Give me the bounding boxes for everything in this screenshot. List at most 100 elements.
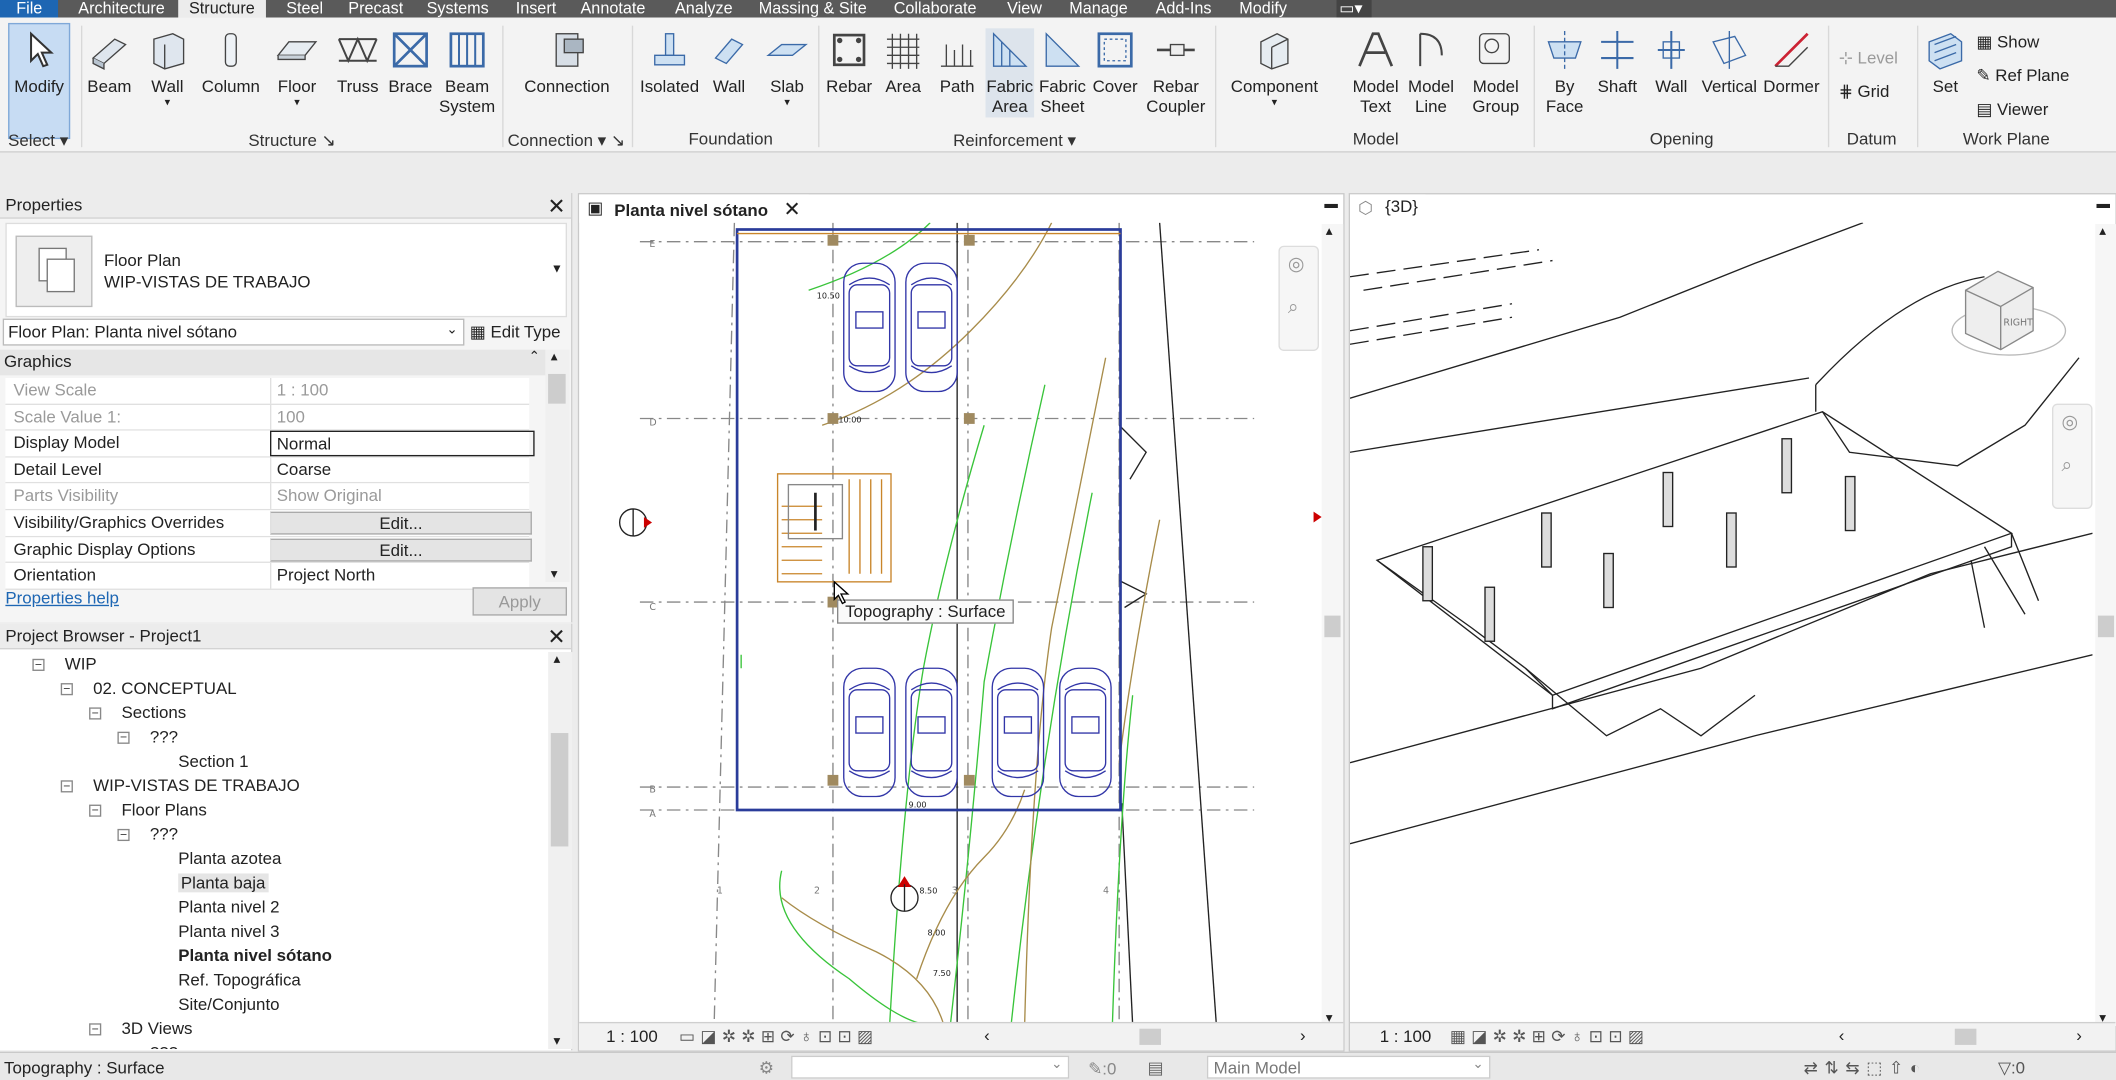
worksets-icon[interactable]: ⚙ [759, 1057, 774, 1077]
selection-filter[interactable]: ▽:0 [1998, 1057, 2025, 1077]
cover-button[interactable]: Cover [1091, 28, 1140, 97]
grid-button[interactable]: ⋕ Grid [1839, 81, 1890, 101]
3d-view-tab[interactable]: ⬡ {3D} [1350, 194, 1427, 223]
truss-button[interactable]: Truss [335, 28, 381, 97]
component-button[interactable]: Component ▾ [1226, 28, 1323, 108]
tree-item[interactable]: WIP [65, 655, 97, 674]
level-button[interactable]: ⊹ Level [1839, 47, 1898, 68]
tab-annotate[interactable]: Annotate [578, 0, 648, 18]
3d-navigation-bar[interactable]: ◎ ⌕ [2052, 403, 2093, 509]
wall-foundation-button[interactable]: Wall [705, 28, 754, 97]
area-reinforcement-button[interactable]: Area [880, 28, 926, 97]
tree-item[interactable]: 3D Views [122, 1019, 193, 1038]
tab-steel[interactable]: Steel [284, 0, 326, 18]
slab-foundation-button[interactable]: Slab ▾ [764, 28, 810, 108]
tree-item[interactable]: Planta nivel 3 [178, 922, 279, 941]
tree-expander-icon[interactable]: − [32, 658, 45, 671]
steering-wheel-icon[interactable]: ◎ [1288, 252, 1304, 275]
wall-button[interactable]: Wall ▾ [143, 28, 192, 108]
steering-wheel-icon[interactable]: ◎ [2061, 410, 2077, 433]
section-marker[interactable] [618, 508, 653, 537]
tab-insert[interactable]: Insert [513, 0, 559, 18]
scroll-right-icon[interactable]: › [1300, 1026, 1306, 1045]
plan-navigation-bar[interactable]: ◎ ⌕ [1278, 245, 1319, 351]
property-value[interactable]: Project North [270, 563, 535, 589]
by-face-button[interactable]: By Face [1539, 28, 1590, 117]
rebar-button[interactable]: Rebar [824, 28, 875, 97]
scroll-down-icon[interactable]: ▾ [554, 1034, 561, 1049]
dormer-button[interactable]: Dormer [1760, 28, 1822, 97]
tree-item[interactable]: Section 1 [178, 752, 248, 771]
path-reinforcement-button[interactable]: Path [934, 28, 980, 97]
properties-help-link[interactable]: Properties help [5, 589, 119, 608]
graphics-group-header[interactable]: Graphics ⌃ [0, 349, 546, 376]
tab-modify[interactable]: Modify [1237, 0, 1290, 18]
scroll-left-icon[interactable]: ‹ [984, 1026, 990, 1045]
ref-plane-button[interactable]: ✎ Ref Plane [1976, 65, 2069, 85]
set-workplane-button[interactable]: Set [1922, 28, 1968, 97]
tree-item[interactable]: Planta nivel 2 [178, 898, 279, 917]
model-group-button[interactable]: Model Group [1463, 28, 1528, 117]
beam-system-button[interactable]: Beam System [437, 28, 496, 117]
floor-button[interactable]: Floor ▾ [270, 28, 324, 108]
select-panel-dropdown[interactable]: Select ▾ [8, 130, 68, 150]
tree-item[interactable]: Ref. Topográfica [178, 971, 301, 990]
design-option-select[interactable]: Main Model ⌄ [1206, 1055, 1491, 1079]
tree-expander-icon[interactable]: − [60, 682, 73, 696]
north-marker[interactable] [890, 876, 919, 912]
close-tab-icon[interactable]: ✕ [784, 198, 801, 221]
close-properties-icon[interactable]: ✕ [548, 193, 566, 220]
workset-select[interactable]: ⌄ [791, 1055, 1070, 1079]
model-text-button[interactable]: Model Text [1347, 28, 1404, 117]
edit-type-button[interactable]: ▦ Edit Type [470, 319, 570, 346]
3d-view-window[interactable]: ⬡ {3D} ▬ RIGHT ◎ ⌕ ▴ ▾ 1: 100 ▦◪✲✲⊞⟳♁⊡⊡… [1348, 193, 2116, 1052]
3d-horizontal-scroll-thumb[interactable] [1954, 1028, 1977, 1045]
vertical-opening-button[interactable]: Vertical [1698, 28, 1760, 97]
tab-analyze[interactable]: Analyze [672, 0, 735, 18]
view-menu-icon[interactable]: ▬ [2097, 197, 2111, 212]
tab-add-ins[interactable]: Add-Ins [1153, 0, 1214, 18]
tree-expander-icon[interactable]: − [117, 731, 130, 744]
tab-structure[interactable]: Structure [178, 0, 266, 18]
tree-item[interactable]: Site/Conjunto [178, 995, 279, 1014]
brace-button[interactable]: Brace [386, 28, 435, 97]
view-menu-icon[interactable]: ▬ [1324, 197, 1338, 212]
view-scale[interactable]: 1 : 100 [606, 1027, 658, 1046]
tree-item[interactable]: Planta azotea [178, 849, 281, 868]
tree-item[interactable]: Planta nivel sótano [178, 946, 332, 965]
tab-systems[interactable]: Systems [424, 0, 492, 18]
plan-view-window[interactable]: ▣ Planta nivel sótano ✕ ▬ E D C B A 1 2 … [577, 193, 1345, 1052]
elevation-marker[interactable] [1313, 511, 1322, 523]
fabric-area-button[interactable]: Fabric Area [985, 28, 1035, 118]
view-switch-icon[interactable]: ▭▾ [1336, 0, 1372, 18]
zoom-icon[interactable]: ⌕ [1288, 296, 1299, 319]
tree-item[interactable]: 02. CONCEPTUAL [93, 679, 236, 698]
tree-item[interactable]: Planta baja [178, 873, 269, 893]
column-button[interactable]: Column [200, 28, 262, 97]
show-workplane-button[interactable]: ▦ Show [1976, 31, 2039, 51]
scroll-left-icon[interactable]: ‹ [1839, 1026, 1845, 1045]
tree-item[interactable]: WIP-VISTAS DE TRABAJO [93, 776, 300, 795]
view-control-icons[interactable]: ▭◪✲✲⊞⟳♁⊡⊡▨ [679, 1026, 878, 1046]
tree-expander-icon[interactable]: − [89, 1023, 102, 1036]
view-cube[interactable]: RIGHT [1951, 270, 2067, 356]
property-value[interactable]: Coarse [270, 457, 535, 484]
scroll-right-icon[interactable]: › [2076, 1026, 2082, 1045]
tree-item[interactable]: ??? [150, 825, 178, 844]
type-selector[interactable]: Floor Plan WIP-VISTAS DE TRABAJO ▼ [5, 222, 567, 318]
beam-button[interactable]: Beam [84, 28, 135, 97]
scroll-down-icon[interactable]: ▾ [551, 567, 558, 582]
editing-requests[interactable]: ✎:0 [1088, 1058, 1116, 1079]
tab-architecture[interactable]: Architecture [76, 0, 168, 18]
browser-scrollbar[interactable]: ▴ ▾ [548, 652, 573, 1049]
selection-toggle-icons[interactable]: ⇄⇅⇆⬚⇧◐ [1804, 1057, 1927, 1077]
connection-button[interactable]: Connection [521, 28, 613, 97]
tree-expander-icon[interactable]: − [117, 828, 130, 842]
viewer-button[interactable]: ▤ Viewer [1976, 99, 2048, 119]
file-menu[interactable]: File [0, 0, 59, 18]
fabric-sheet-button[interactable]: Fabric Sheet [1037, 28, 1088, 117]
tab-precast[interactable]: Precast [346, 0, 406, 18]
design-options-icon[interactable]: ▤ [1148, 1057, 1164, 1077]
type-dropdown-icon[interactable]: ▼ [551, 262, 563, 276]
tree-item[interactable]: ??? [150, 1044, 178, 1049]
